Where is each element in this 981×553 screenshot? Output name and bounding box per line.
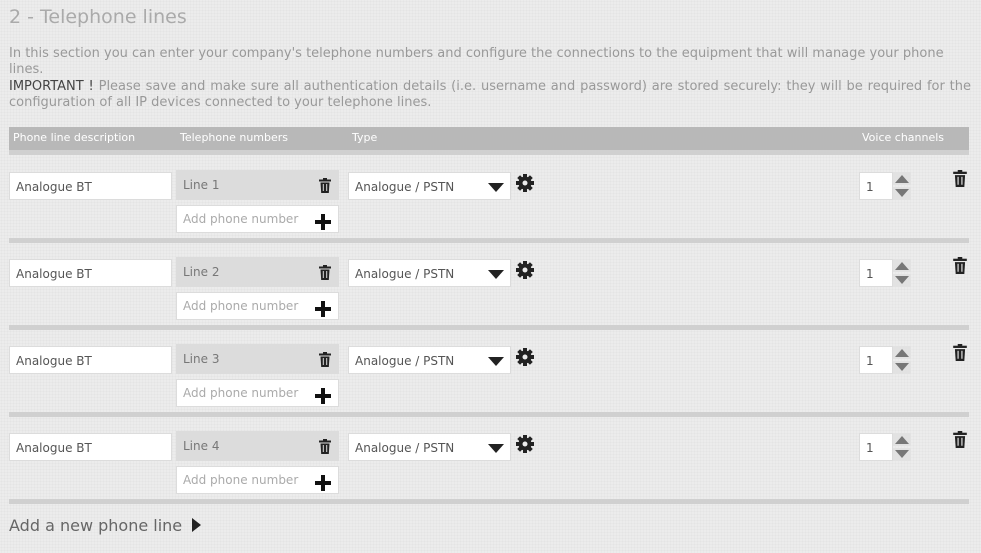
row-divider — [9, 238, 969, 243]
section-intro: In this section you can enter your compa… — [9, 46, 944, 77]
trash-icon[interactable] — [319, 352, 331, 367]
phone-line-row: Analogue BT Line 4 Add phone number Anal… — [0, 419, 981, 504]
telephone-number-value: Line 2 — [183, 265, 220, 279]
phone-line-description-input[interactable]: Analogue BT — [9, 172, 172, 200]
gear-icon[interactable] — [516, 174, 534, 192]
gear-icon[interactable] — [516, 435, 534, 453]
row-divider — [9, 412, 969, 417]
line-type-select[interactable]: Analogue / PSTN — [348, 172, 511, 200]
spinner-arrows-icon[interactable] — [893, 346, 911, 374]
trash-icon[interactable] — [953, 170, 967, 187]
voice-channels-input[interactable]: 1 — [859, 346, 893, 374]
header-numbers: Telephone numbers — [180, 131, 289, 144]
phone-line-description-input[interactable]: Analogue BT — [9, 259, 172, 287]
add-phone-number-placeholder: Add phone number — [183, 212, 299, 226]
plus-icon[interactable] — [315, 388, 331, 404]
spinner-arrows-icon[interactable] — [893, 259, 911, 287]
add-phone-number-input[interactable]: Add phone number — [176, 292, 339, 320]
phone-line-description-value: Analogue BT — [16, 441, 92, 455]
trash-icon[interactable] — [319, 265, 331, 280]
trash-icon[interactable] — [319, 439, 331, 454]
add-phone-number-placeholder: Add phone number — [183, 299, 299, 313]
plus-icon[interactable] — [315, 475, 331, 491]
line-type-value: Analogue / PSTN — [355, 180, 455, 194]
add-phone-number-placeholder: Add phone number — [183, 386, 299, 400]
line-type-value: Analogue / PSTN — [355, 441, 455, 455]
line-type-select[interactable]: Analogue / PSTN — [348, 259, 511, 287]
line-type-value: Analogue / PSTN — [355, 267, 455, 281]
phone-line-description-value: Analogue BT — [16, 354, 92, 368]
header-channels: Voice channels — [862, 131, 945, 144]
voice-channels-input[interactable]: 1 — [859, 433, 893, 461]
gear-icon[interactable] — [516, 261, 534, 279]
row-divider — [9, 325, 969, 330]
header-type: Type — [352, 131, 378, 144]
telephone-number-value: Line 1 — [183, 178, 220, 192]
phone-line-description-input[interactable]: Analogue BT — [9, 433, 172, 461]
caret-down-icon — [488, 357, 504, 366]
caret-down-icon — [488, 444, 504, 453]
telephone-number-item: Line 2 — [176, 257, 339, 287]
gear-icon[interactable] — [516, 348, 534, 366]
voice-channels-input[interactable]: 1 — [859, 259, 893, 287]
add-phone-line-link[interactable]: Add a new phone line — [9, 516, 202, 535]
voice-channels-value: 1 — [866, 180, 874, 194]
triangle-right-icon — [192, 518, 202, 532]
caret-down-icon — [488, 183, 504, 192]
phone-line-row: Analogue BT Line 2 Add phone number Anal… — [0, 245, 981, 330]
phone-line-row: Analogue BT Line 1 Add phone number Anal… — [0, 158, 981, 243]
table-header: Phone line description Telephone numbers… — [9, 127, 969, 155]
add-phone-number-placeholder: Add phone number — [183, 473, 299, 487]
voice-channels-input[interactable]: 1 — [859, 172, 893, 200]
trash-icon[interactable] — [953, 431, 967, 448]
phone-line-description-input[interactable]: Analogue BT — [9, 346, 172, 374]
plus-icon[interactable] — [315, 301, 331, 317]
trash-icon[interactable] — [319, 178, 331, 193]
voice-channels-value: 1 — [866, 441, 874, 455]
telephone-number-value: Line 4 — [183, 439, 220, 453]
add-phone-line-label: Add a new phone line — [9, 516, 183, 535]
plus-icon[interactable] — [315, 214, 331, 230]
add-phone-number-input[interactable]: Add phone number — [176, 379, 339, 407]
line-type-select[interactable]: Analogue / PSTN — [348, 346, 511, 374]
row-divider — [9, 499, 969, 504]
section-title: 2 - Telephone lines — [9, 6, 187, 28]
voice-channels-value: 1 — [866, 354, 874, 368]
important-text: Please save and make sure all authentica… — [9, 79, 972, 110]
add-phone-number-input[interactable]: Add phone number — [176, 205, 339, 233]
trash-icon[interactable] — [953, 257, 967, 274]
caret-down-icon — [488, 270, 504, 279]
voice-channels-value: 1 — [866, 267, 874, 281]
phone-line-description-value: Analogue BT — [16, 180, 92, 194]
spinner-arrows-icon[interactable] — [893, 172, 911, 200]
telephone-number-value: Line 3 — [183, 352, 220, 366]
add-phone-number-input[interactable]: Add phone number — [176, 466, 339, 494]
header-description: Phone line description — [13, 131, 136, 144]
important-label: IMPORTANT ! — [9, 79, 94, 94]
telephone-number-item: Line 1 — [176, 170, 339, 200]
line-type-select[interactable]: Analogue / PSTN — [348, 433, 511, 461]
telephone-number-item: Line 3 — [176, 344, 339, 374]
phone-line-description-value: Analogue BT — [16, 267, 92, 281]
spinner-arrows-icon[interactable] — [893, 433, 911, 461]
phone-line-row: Analogue BT Line 3 Add phone number Anal… — [0, 332, 981, 417]
line-type-value: Analogue / PSTN — [355, 354, 455, 368]
telephone-number-item: Line 4 — [176, 431, 339, 461]
trash-icon[interactable] — [953, 344, 967, 361]
important-note: IMPORTANT ! Please save and make sure al… — [9, 79, 971, 111]
